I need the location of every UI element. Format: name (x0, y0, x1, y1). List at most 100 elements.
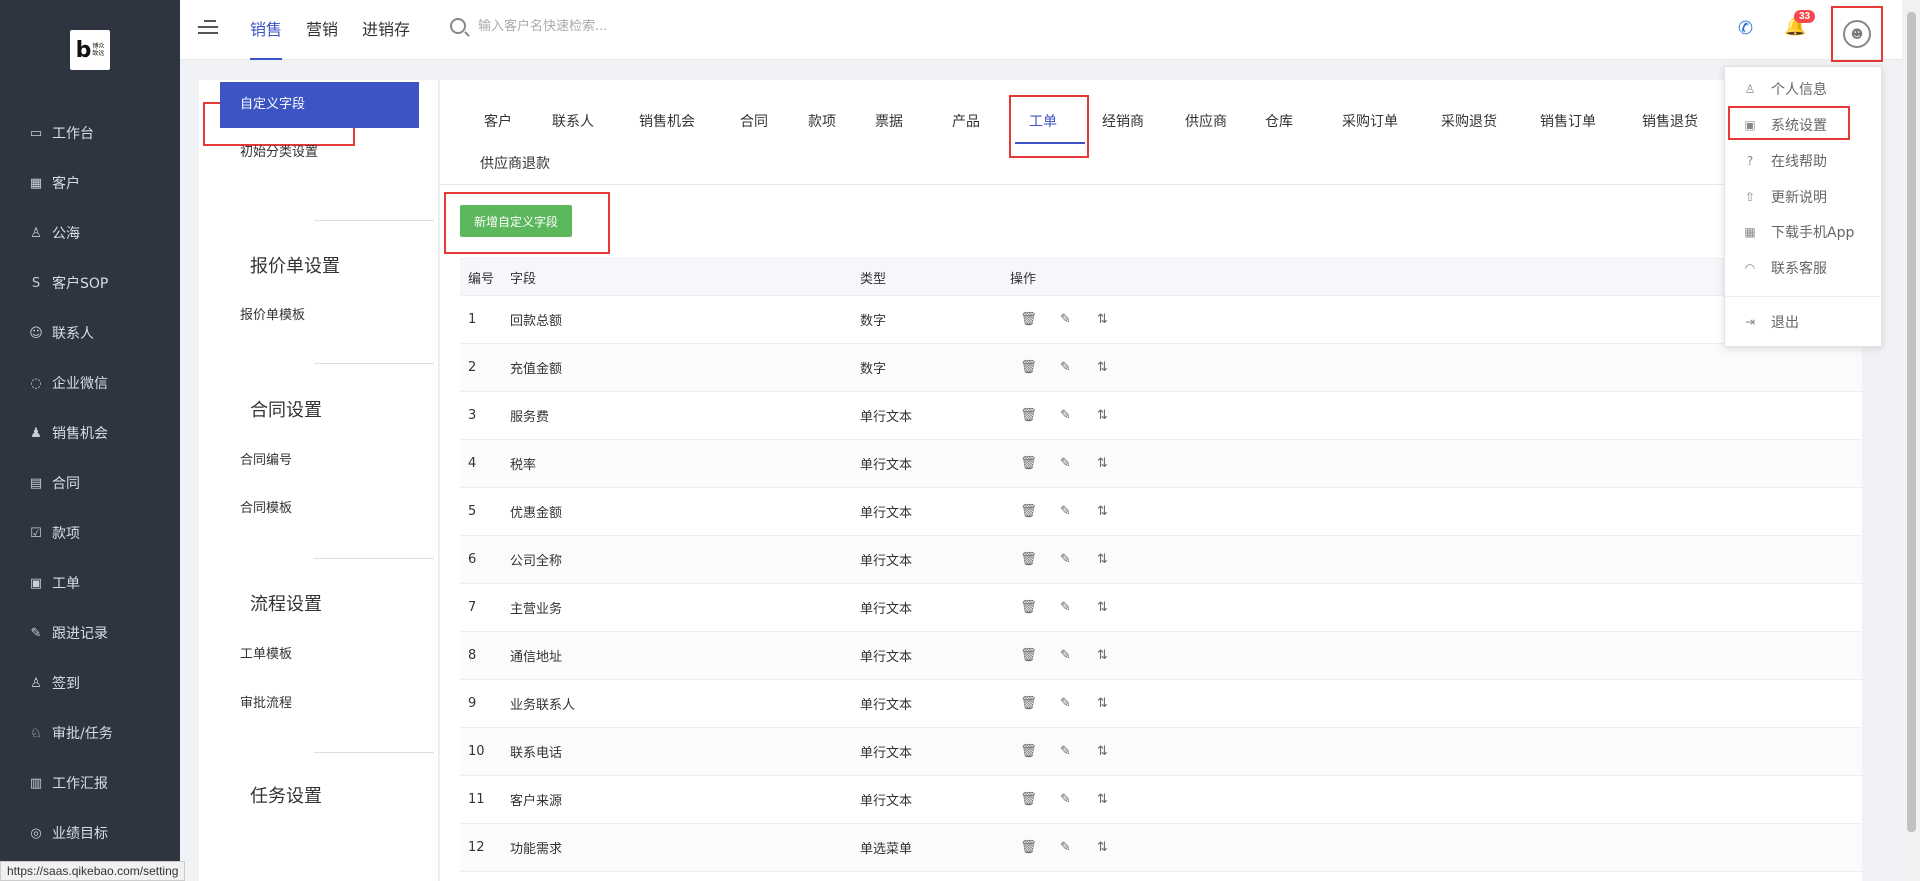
nav-item-1[interactable]: ▦ 客户 (0, 158, 180, 208)
settings-item-0[interactable]: 自定义字段 (220, 82, 419, 128)
settings-item-3[interactable]: 报价单模板 (199, 293, 419, 339)
nav-item-4[interactable]: ☺ 联系人 (0, 308, 180, 358)
sort-icon[interactable]: ⇅ (1084, 744, 1121, 759)
approval-icon: ♘ (30, 725, 42, 741)
nav-item-3[interactable]: S 客户SOP (0, 258, 180, 308)
edit-icon[interactable]: ✎ (1047, 312, 1084, 327)
search-icon[interactable] (450, 18, 466, 34)
add-custom-field-button[interactable]: 新增自定义字段 (460, 205, 572, 237)
table-row: 8 通信地址 单行文本 🗑 ✎ ⇅ (460, 632, 1862, 680)
nav-item-2[interactable]: ♙ 公海 (0, 208, 180, 258)
tab-5[interactable]: 票据 (875, 111, 903, 131)
nav-item-7[interactable]: ▤ 合同 (0, 458, 180, 508)
tab-4[interactable]: 款项 (808, 111, 836, 131)
edit-icon[interactable]: ✎ (1047, 408, 1084, 423)
delete-icon[interactable]: 🗑 (1010, 600, 1047, 615)
nav-item-14[interactable]: ◎ 业绩目标 (0, 808, 180, 858)
edit-icon[interactable]: ✎ (1047, 456, 1084, 471)
tab-13[interactable]: 销售订单 (1540, 111, 1596, 131)
cell-type: 数字 (860, 314, 887, 329)
tab-1[interactable]: 联系人 (552, 111, 594, 131)
delete-icon[interactable]: 🗑 (1010, 312, 1047, 327)
delete-icon[interactable]: 🗑 (1010, 696, 1047, 711)
avatar[interactable]: ☻ (1843, 20, 1871, 48)
edit-icon[interactable]: ✎ (1047, 648, 1084, 663)
module-tab-0[interactable]: 销售 (250, 0, 283, 60)
delete-icon[interactable]: 🗑 (1010, 744, 1047, 759)
edit-icon[interactable]: ✎ (1047, 504, 1084, 519)
nav-item-5[interactable]: ◌ 企业微信 (0, 358, 180, 408)
dropdown-item-0[interactable]: ♙ 个人信息 (1725, 72, 1881, 106)
dropdown-item-3[interactable]: ⇧ 更新说明 (1725, 180, 1881, 214)
delete-icon[interactable]: 🗑 (1010, 840, 1047, 855)
tab-15[interactable]: 供应商退款 (480, 153, 550, 173)
tab-6[interactable]: 产品 (952, 111, 980, 131)
collapse-menu-icon[interactable] (198, 20, 218, 38)
tab-3[interactable]: 合同 (740, 111, 768, 131)
sort-icon[interactable]: ⇅ (1084, 840, 1121, 855)
scroll-thumb[interactable] (1907, 12, 1916, 832)
edit-icon[interactable]: ✎ (1047, 696, 1084, 711)
sort-icon[interactable]: ⇅ (1084, 456, 1121, 471)
module-tab-1[interactable]: 营销 (306, 0, 338, 60)
scrollbar[interactable] (1903, 0, 1920, 881)
nav-item-8[interactable]: ☑ 款项 (0, 508, 180, 558)
nav-item-10[interactable]: ✎ 跟进记录 (0, 608, 180, 658)
sort-icon[interactable]: ⇅ (1084, 600, 1121, 615)
nav-item-11[interactable]: ♙ 签到 (0, 658, 180, 708)
sort-icon[interactable]: ⇅ (1084, 504, 1121, 519)
tab-9[interactable]: 供应商 (1185, 111, 1227, 131)
sort-icon[interactable]: ⇅ (1084, 408, 1121, 423)
tab-0[interactable]: 客户 (484, 111, 512, 131)
module-tab-2[interactable]: 进销存 (362, 0, 410, 60)
app-logo[interactable]: b 博众 致远 (70, 30, 110, 70)
notifications[interactable]: 🔔 33 (1784, 10, 1816, 37)
tab-8[interactable]: 经销商 (1102, 111, 1144, 131)
settings-item-6[interactable]: 合同模板 (199, 486, 419, 532)
nav-item-label: 业绩目标 (52, 826, 108, 842)
sort-icon[interactable]: ⇅ (1084, 696, 1121, 711)
avatar-highlight[interactable]: ☻ (1831, 6, 1883, 62)
tab-2[interactable]: 销售机会 (639, 111, 695, 131)
sort-icon[interactable]: ⇅ (1084, 648, 1121, 663)
sort-icon[interactable]: ⇅ (1084, 312, 1121, 327)
edit-icon[interactable]: ✎ (1047, 552, 1084, 567)
settings-item-8[interactable]: 工单模板 (199, 632, 419, 678)
sort-icon[interactable]: ⇅ (1084, 360, 1121, 375)
settings-item-5[interactable]: 合同编号 (199, 438, 419, 484)
dropdown-item-6[interactable]: ⇥ 退出 (1725, 305, 1881, 339)
dropdown-item-1[interactable]: ▣ 系统设置 (1725, 108, 1881, 142)
search-input[interactable] (478, 18, 778, 34)
settings-item-1[interactable]: 初始分类设置 (199, 130, 419, 176)
sort-icon[interactable]: ⇅ (1084, 552, 1121, 567)
dropdown-item-2[interactable]: ? 在线帮助 (1725, 144, 1881, 178)
edit-icon[interactable]: ✎ (1047, 360, 1084, 375)
delete-icon[interactable]: 🗑 (1010, 360, 1047, 375)
delete-icon[interactable]: 🗑 (1010, 504, 1047, 519)
delete-icon[interactable]: 🗑 (1010, 552, 1047, 567)
nav-item-9[interactable]: ▣ 工单 (0, 558, 180, 608)
edit-icon[interactable]: ✎ (1047, 792, 1084, 807)
sort-icon[interactable]: ⇅ (1084, 792, 1121, 807)
delete-icon[interactable]: 🗑 (1010, 408, 1047, 423)
tab-14[interactable]: 销售退货 (1642, 111, 1698, 131)
delete-icon[interactable]: 🗑 (1010, 648, 1047, 663)
dropdown-item-5[interactable]: ◠ 联系客服 (1725, 251, 1881, 285)
nav-item-13[interactable]: ▥ 工作汇报 (0, 758, 180, 808)
tab-10[interactable]: 仓库 (1265, 111, 1293, 131)
nav-item-0[interactable]: ▭ 工作台 (0, 108, 180, 158)
tab-11[interactable]: 采购订单 (1342, 111, 1398, 131)
table-row: 11 客户来源 单行文本 🗑 ✎ ⇅ (460, 776, 1862, 824)
tab-12[interactable]: 采购退货 (1441, 111, 1497, 131)
phone-icon[interactable]: ✆ (1738, 18, 1753, 39)
edit-icon[interactable]: ✎ (1047, 744, 1084, 759)
delete-icon[interactable]: 🗑 (1010, 792, 1047, 807)
edit-icon[interactable]: ✎ (1047, 840, 1084, 855)
dropdown-item-4[interactable]: ▦ 下载手机App (1725, 215, 1881, 249)
nav-item-12[interactable]: ♘ 审批/任务 (0, 708, 180, 758)
settings-item-9[interactable]: 审批流程 (199, 681, 419, 727)
tab-7[interactable]: 工单 (1029, 111, 1057, 131)
delete-icon[interactable]: 🗑 (1010, 456, 1047, 471)
edit-icon[interactable]: ✎ (1047, 600, 1084, 615)
nav-item-6[interactable]: ♟ 销售机会 (0, 408, 180, 458)
